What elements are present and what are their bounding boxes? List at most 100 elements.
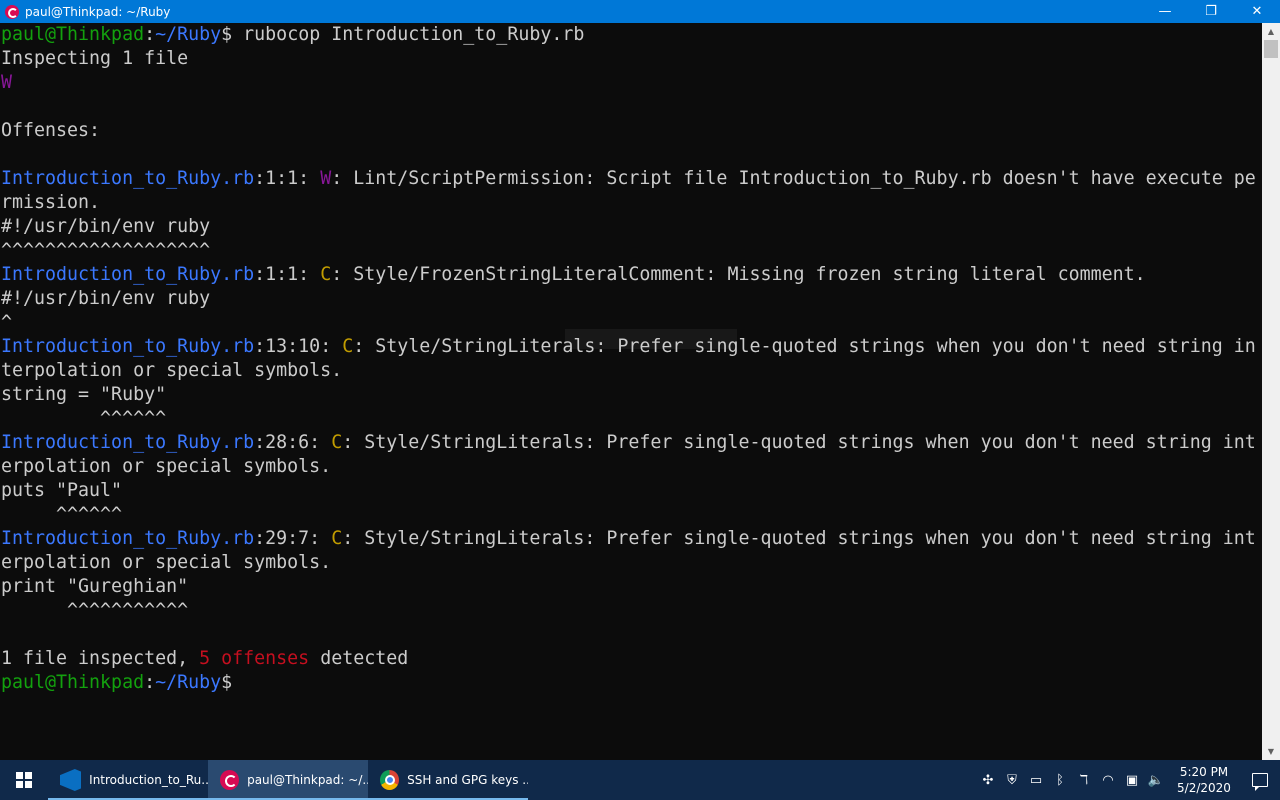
taskbar-item-vscode[interactable]: Introduction_to_Ru... [48,760,208,800]
terminal-line: Offenses: [1,119,100,143]
terminal-line: ^^^^^^ [1,503,122,527]
terminal-segment: #!/usr/bin/env ruby [1,288,211,309]
terminal-segment: C [331,528,343,549]
terminal-line: W [1,71,12,95]
terminal-output[interactable]: paul@Thinkpad:~/Ruby$ rubocop Introducti… [0,23,1262,760]
terminal-segment: : Style/StringLiterals: Prefer single-qu… [342,528,1256,549]
network-share-icon[interactable]: ✣ [976,760,1000,800]
terminal-segment: C [331,432,343,453]
terminal-line: 1 file inspected, 5 offenses detected [1,647,408,671]
input-method-icon[interactable]: ℸ [1072,760,1096,800]
terminal-line: Introduction_to_Ruby.rb:1:1: W: Lint/Scr… [1,167,1256,191]
window-title: paul@Thinkpad: ~/Ruby [25,4,171,19]
terminal-line: Introduction_to_Ruby.rb:28:6: C: Style/S… [1,431,1256,455]
terminal-segment: :1:1: [254,264,321,285]
terminal-segment: :29:7: [254,528,332,549]
terminal-line: Inspecting 1 file [1,47,188,71]
security-icon[interactable]: ⛨ [1000,760,1024,800]
terminal-segment: $ rubocop Introduction_to_Ruby.rb [221,24,585,45]
terminal-segment: : Style/StringLiterals: Prefer single-qu… [342,432,1256,453]
terminal-segment: Introduction_to_Ruby.rb [1,432,255,453]
terminal-segment: : Style/FrozenStringLiteralComment: Miss… [331,264,1146,285]
terminal-line: string = "Ruby" [1,383,166,407]
debian-icon [5,4,19,19]
terminal-segment: :28:6: [254,432,332,453]
terminal-segment: 1 file inspected, [1,648,200,669]
terminal-line: Introduction_to_Ruby.rb:1:1: C: Style/Fr… [1,263,1146,287]
terminal-segment: ^^^^^^ [1,408,167,429]
terminal-segment: #!/usr/bin/env ruby [1,216,211,237]
terminal-segment: : [144,672,156,693]
terminal-segment: ^^^^^^^^^^^ [1,600,189,621]
title-bar[interactable]: paul@Thinkpad: ~/Ruby — ❐ ✕ [0,0,1280,23]
terminal-segment: ^^^^^^^^^^^^^^^^^^^ [1,240,211,261]
terminal-segment: Inspecting 1 file [1,48,189,69]
system-tray: ✣ ⛨ ▭ ᛒ ℸ ◠ ▣ 🔈 5:20 PM 5/2/2020 [976,760,1280,800]
terminal-segment: puts "Paul" [1,480,123,501]
terminal-line: erpolation or special symbols. [1,455,331,479]
terminal-segment: erpolation or special symbols. [1,456,332,477]
terminal-line: #!/usr/bin/env ruby [1,215,210,239]
terminal-line: ^^^^^^ [1,407,166,431]
terminal-segment: :1:1: [254,168,321,189]
terminal-segment: Offenses: [1,120,101,141]
terminal-segment: : Style/StringLiterals: Prefer single-qu… [353,336,1256,357]
clock[interactable]: 5:20 PM 5/2/2020 [1168,760,1240,800]
scroll-down-arrow-icon[interactable]: ▼ [1262,743,1280,760]
terminal-line: erpolation or special symbols. [1,551,331,575]
terminal-line: ^^^^^^^^^^^ [1,599,188,623]
terminal-segment: C [342,336,354,357]
bluetooth-icon[interactable]: ᛒ [1048,760,1072,800]
taskbar-item-chrome[interactable]: SSH and GPG keys ... [368,760,528,800]
terminal-segment: : Lint/ScriptPermission: Script file Int… [331,168,1256,189]
minimize-button[interactable]: — [1142,0,1188,23]
terminal-line: Introduction_to_Ruby.rb:13:10: C: Style/… [1,335,1256,359]
close-button[interactable]: ✕ [1234,0,1280,23]
battery-icon[interactable]: ▭ [1024,760,1048,800]
terminal-segment: W [1,72,13,93]
terminal-segment: rmission. [1,192,101,213]
notification-icon [1252,773,1268,791]
terminal-segment: erpolation or special symbols. [1,552,332,573]
terminal-line: paul@Thinkpad:~/Ruby$ rubocop Introducti… [1,23,584,47]
notifications-button[interactable] [1240,760,1280,800]
terminal-segment: detected [309,648,409,669]
terminal-segment: C [320,264,332,285]
start-button[interactable] [0,760,48,800]
terminal-line: ^ [1,311,12,335]
terminal-line: Introduction_to_Ruby.rb:29:7: C: Style/S… [1,527,1256,551]
terminal-segment: string = "Ruby" [1,384,167,405]
terminal-segment: :13:10: [254,336,343,357]
terminal-segment: paul@Thinkpad [1,672,145,693]
wifi-icon[interactable]: ◠ [1096,760,1120,800]
terminal-line: #!/usr/bin/env ruby [1,287,210,311]
terminal-segment: $ [221,672,233,693]
terminal-line: ^^^^^^^^^^^^^^^^^^^ [1,239,210,263]
terminal-segment: print "Gureghian" [1,576,189,597]
taskbar-item-label: paul@Thinkpad: ~/... [247,773,368,787]
terminal-line: puts "Paul" [1,479,122,503]
terminal-segment: terpolation or special symbols. [1,360,343,381]
windows-logo-icon [16,772,32,788]
terminal-segment: : [144,24,156,45]
scroll-up-arrow-icon[interactable]: ▲ [1262,23,1280,40]
terminal-line: print "Gureghian" [1,575,188,599]
vertical-scrollbar[interactable]: ▲ ▼ [1262,23,1280,760]
maximize-button[interactable]: ❐ [1188,0,1234,23]
volume-icon[interactable]: 🔈 [1144,760,1168,800]
taskbar: Introduction_to_Ru... paul@Thinkpad: ~/.… [0,760,1280,800]
vscode-icon [60,769,82,791]
terminal-segment: ^ [1,312,13,333]
scroll-thumb[interactable] [1264,40,1278,58]
terminal-segment: paul@Thinkpad [1,24,145,45]
terminal-segment: 5 offenses [199,648,310,669]
terminal-segment: Introduction_to_Ruby.rb [1,528,255,549]
terminal-segment: Introduction_to_Ruby.rb [1,336,255,357]
debian-icon [220,770,240,790]
clock-date: 5/2/2020 [1177,781,1231,795]
terminal-segment: ~/Ruby [155,672,222,693]
terminal-segment: W [320,168,332,189]
device-icon[interactable]: ▣ [1120,760,1144,800]
clock-time: 5:20 PM [1179,765,1229,779]
taskbar-item-terminal[interactable]: paul@Thinkpad: ~/... [208,760,368,800]
